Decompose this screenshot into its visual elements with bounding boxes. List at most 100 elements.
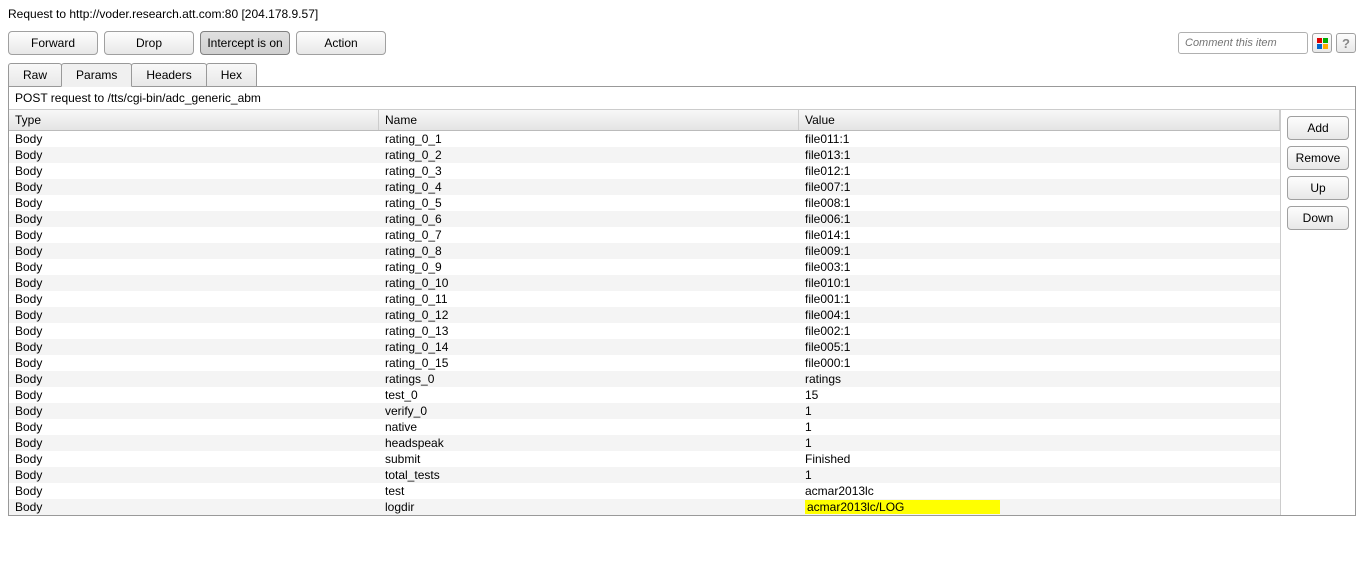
table-row[interactable]: Bodylogdiracmar2013lc/LOG bbox=[9, 499, 1280, 515]
table-row[interactable]: Bodyrating_0_7file014:1 bbox=[9, 227, 1280, 243]
column-header-type[interactable]: Type bbox=[9, 110, 379, 130]
table-row[interactable]: Bodyrating_0_5file008:1 bbox=[9, 195, 1280, 211]
intercept-toggle-button[interactable]: Intercept is on bbox=[200, 31, 290, 55]
cell-name: rating_0_8 bbox=[379, 243, 799, 259]
highlight-color-icon[interactable] bbox=[1312, 33, 1332, 53]
table-row[interactable]: Bodyrating_0_6file006:1 bbox=[9, 211, 1280, 227]
column-header-name[interactable]: Name bbox=[379, 110, 799, 130]
cell-type: Body bbox=[9, 163, 379, 179]
table-row[interactable]: Bodyrating_0_10file010:1 bbox=[9, 275, 1280, 291]
cell-value: file000:1 bbox=[799, 355, 1280, 371]
table-row[interactable]: Bodytestacmar2013lc bbox=[9, 483, 1280, 499]
cell-value: 1 bbox=[799, 467, 1280, 483]
cell-value: file011:1 bbox=[799, 131, 1280, 147]
add-button[interactable]: Add bbox=[1287, 116, 1349, 140]
remove-button[interactable]: Remove bbox=[1287, 146, 1349, 170]
cell-type: Body bbox=[9, 323, 379, 339]
cell-type: Body bbox=[9, 211, 379, 227]
table-row[interactable]: Bodyratings_0ratings bbox=[9, 371, 1280, 387]
params-table: Type Name Value Bodyrating_0_1file011:1B… bbox=[9, 110, 1281, 515]
column-header-value[interactable]: Value bbox=[799, 110, 1280, 130]
tab-headers[interactable]: Headers bbox=[131, 63, 206, 86]
cell-type: Body bbox=[9, 147, 379, 163]
cell-type: Body bbox=[9, 195, 379, 211]
cell-type: Body bbox=[9, 131, 379, 147]
cell-value: file014:1 bbox=[799, 227, 1280, 243]
cell-value: file010:1 bbox=[799, 275, 1280, 291]
cell-name: test_0 bbox=[379, 387, 799, 403]
cell-type: Body bbox=[9, 403, 379, 419]
cell-name: native bbox=[379, 419, 799, 435]
forward-button[interactable]: Forward bbox=[8, 31, 98, 55]
cell-name: rating_0_3 bbox=[379, 163, 799, 179]
cell-name: headspeak bbox=[379, 435, 799, 451]
help-icon[interactable]: ? bbox=[1336, 33, 1356, 53]
request-url-line: Request to http://voder.research.att.com… bbox=[8, 5, 1356, 23]
table-row[interactable]: Bodyrating_0_12file004:1 bbox=[9, 307, 1280, 323]
comment-input[interactable] bbox=[1178, 32, 1308, 54]
cell-name: rating_0_15 bbox=[379, 355, 799, 371]
drop-button[interactable]: Drop bbox=[104, 31, 194, 55]
cell-type: Body bbox=[9, 451, 379, 467]
table-row[interactable]: BodysubmitFinished bbox=[9, 451, 1280, 467]
table-row[interactable]: Bodyheadspeak1 bbox=[9, 435, 1280, 451]
cell-name: rating_0_5 bbox=[379, 195, 799, 211]
cell-type: Body bbox=[9, 243, 379, 259]
table-row[interactable]: Bodyrating_0_4file007:1 bbox=[9, 179, 1280, 195]
cell-name: rating_0_14 bbox=[379, 339, 799, 355]
cell-type: Body bbox=[9, 435, 379, 451]
tab-raw[interactable]: Raw bbox=[8, 63, 62, 86]
table-row[interactable]: Bodyrating_0_2file013:1 bbox=[9, 147, 1280, 163]
cell-value: file001:1 bbox=[799, 291, 1280, 307]
table-row[interactable]: Bodyrating_0_3file012:1 bbox=[9, 163, 1280, 179]
tab-params[interactable]: Params bbox=[61, 63, 132, 87]
table-row[interactable]: Bodynative1 bbox=[9, 419, 1280, 435]
table-row[interactable]: Bodyrating_0_15file000:1 bbox=[9, 355, 1280, 371]
cell-value: 1 bbox=[799, 403, 1280, 419]
table-row[interactable]: Bodyrating_0_9file003:1 bbox=[9, 259, 1280, 275]
cell-value: file004:1 bbox=[799, 307, 1280, 323]
cell-value: file006:1 bbox=[799, 211, 1280, 227]
cell-type: Body bbox=[9, 259, 379, 275]
post-request-line: POST request to /tts/cgi-bin/adc_generic… bbox=[9, 87, 1355, 110]
cell-value: file009:1 bbox=[799, 243, 1280, 259]
cell-value: 1 bbox=[799, 435, 1280, 451]
table-row[interactable]: Bodyrating_0_1file011:1 bbox=[9, 131, 1280, 147]
cell-type: Body bbox=[9, 307, 379, 323]
table-row[interactable]: Bodyrating_0_11file001:1 bbox=[9, 291, 1280, 307]
down-button[interactable]: Down bbox=[1287, 206, 1349, 230]
table-row[interactable]: Bodytotal_tests1 bbox=[9, 467, 1280, 483]
cell-value: file002:1 bbox=[799, 323, 1280, 339]
cell-name: test bbox=[379, 483, 799, 499]
cell-type: Body bbox=[9, 467, 379, 483]
cell-name: submit bbox=[379, 451, 799, 467]
cell-value: file005:1 bbox=[799, 339, 1280, 355]
table-row[interactable]: Bodytest_015 bbox=[9, 387, 1280, 403]
table-row[interactable]: Bodyrating_0_8file009:1 bbox=[9, 243, 1280, 259]
up-button[interactable]: Up bbox=[1287, 176, 1349, 200]
cell-name: ratings_0 bbox=[379, 371, 799, 387]
cell-name: rating_0_12 bbox=[379, 307, 799, 323]
cell-value: Finished bbox=[799, 451, 1280, 467]
table-row[interactable]: Bodyrating_0_14file005:1 bbox=[9, 339, 1280, 355]
action-button[interactable]: Action bbox=[296, 31, 386, 55]
cell-type: Body bbox=[9, 499, 379, 515]
cell-type: Body bbox=[9, 419, 379, 435]
table-row[interactable]: Bodyrating_0_13file002:1 bbox=[9, 323, 1280, 339]
cell-name: rating_0_2 bbox=[379, 147, 799, 163]
table-row[interactable]: Bodyverify_01 bbox=[9, 403, 1280, 419]
cell-value: file013:1 bbox=[799, 147, 1280, 163]
tab-hex[interactable]: Hex bbox=[206, 63, 257, 86]
cell-type: Body bbox=[9, 179, 379, 195]
cell-type: Body bbox=[9, 339, 379, 355]
cell-value: file012:1 bbox=[799, 163, 1280, 179]
cell-name: total_tests bbox=[379, 467, 799, 483]
table-header: Type Name Value bbox=[9, 110, 1280, 131]
cell-name: rating_0_11 bbox=[379, 291, 799, 307]
cell-type: Body bbox=[9, 291, 379, 307]
cell-type: Body bbox=[9, 227, 379, 243]
cell-name: rating_0_7 bbox=[379, 227, 799, 243]
cell-value: ratings bbox=[799, 371, 1280, 387]
cell-type: Body bbox=[9, 371, 379, 387]
cell-type: Body bbox=[9, 387, 379, 403]
